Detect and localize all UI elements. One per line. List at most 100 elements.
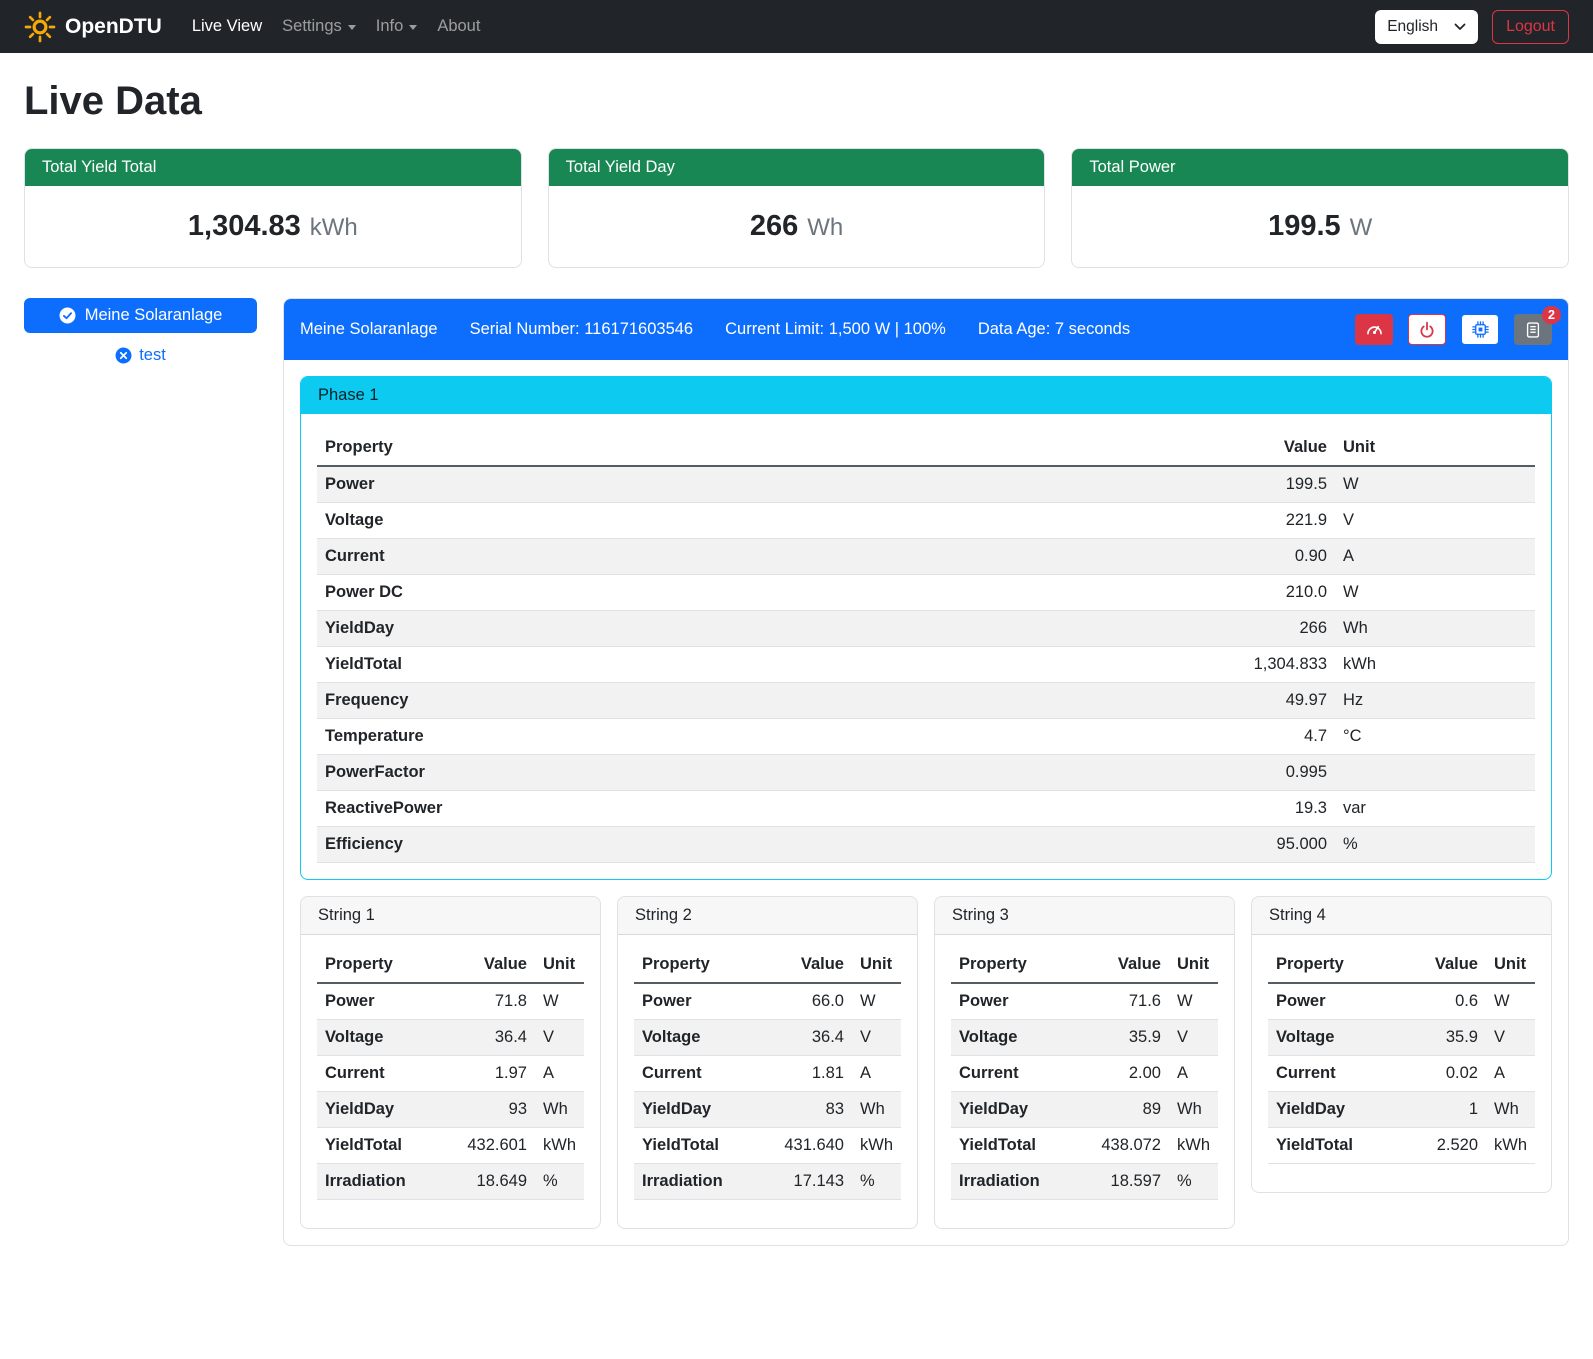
value-cell: 266	[1205, 611, 1335, 647]
value-cell: 2.00	[1083, 1056, 1169, 1092]
table-row: YieldTotal1,304.833kWh	[317, 647, 1535, 683]
property-cell: YieldTotal	[317, 647, 1205, 683]
property-cell: Irradiation	[951, 1164, 1083, 1200]
nav-live-view[interactable]: Live View	[182, 9, 272, 44]
unit-cell: V	[1486, 1020, 1535, 1056]
property-cell: Current	[951, 1056, 1083, 1092]
value-cell: 4.7	[1205, 719, 1335, 755]
limit-settings-button[interactable]	[1355, 314, 1393, 345]
value-cell: 432.601	[449, 1128, 535, 1164]
nav-settings[interactable]: Settings	[272, 9, 366, 44]
value-cell: 2.520	[1400, 1128, 1486, 1164]
value-cell: 36.4	[766, 1020, 852, 1056]
inverter-button-test[interactable]: test	[24, 343, 257, 368]
string-body: Property Value Unit Power71.8WVoltage36.…	[301, 935, 600, 1228]
chevron-down-icon	[1454, 23, 1466, 31]
property-cell: Voltage	[634, 1020, 766, 1056]
table-row: Voltage221.9V	[317, 503, 1535, 539]
unit-cell: kWh	[1169, 1128, 1218, 1164]
value-cell: 71.8	[449, 983, 535, 1020]
string-4-card: String 4 Property Value Unit	[1251, 896, 1552, 1193]
string-table: Property Value Unit Power71.6WVoltage35.…	[951, 947, 1218, 1200]
string-title: String 1	[301, 897, 600, 935]
table-row: Power66.0W	[634, 983, 901, 1020]
value-cell: 17.143	[766, 1164, 852, 1200]
unit-cell: A	[1335, 539, 1535, 575]
inverter-data-age: Data Age: 7 seconds	[978, 320, 1130, 339]
table-row: Irradiation17.143%	[634, 1164, 901, 1200]
value-cell: 66.0	[766, 983, 852, 1020]
table-row: Power199.5W	[317, 466, 1535, 503]
unit-cell: V	[1335, 503, 1535, 539]
nav-about[interactable]: About	[427, 9, 490, 44]
property-cell: YieldTotal	[951, 1128, 1083, 1164]
table-row: Current0.02A	[1268, 1056, 1535, 1092]
brand[interactable]: OpenDTU	[24, 11, 162, 43]
column-property: Property	[1268, 947, 1400, 983]
power-control-button[interactable]	[1408, 314, 1446, 345]
table-row: YieldDay1Wh	[1268, 1092, 1535, 1128]
navbar: OpenDTU Live View Settings Info About En…	[0, 0, 1593, 53]
navbar-right: English Logout	[1375, 10, 1569, 44]
unit-cell: A	[852, 1056, 901, 1092]
string-2-card: String 2 Property Value Unit	[617, 896, 918, 1229]
event-count-badge: 2	[1542, 306, 1561, 324]
phase-body: Property Value Unit Power199.5WVoltage22…	[301, 414, 1551, 879]
nav-info[interactable]: Info	[366, 9, 428, 44]
inverter-panel: Meine Solaranlage Serial Number: 1161716…	[283, 298, 1569, 1246]
inverter-button-meine-solaranlage[interactable]: Meine Solaranlage	[24, 298, 257, 333]
value-cell: 36.4	[449, 1020, 535, 1056]
table-header-row: Property Value Unit	[951, 947, 1218, 983]
value-cell: 35.9	[1083, 1020, 1169, 1056]
value-cell: 1.81	[766, 1056, 852, 1092]
table-row: Power71.6W	[951, 983, 1218, 1020]
property-cell: Voltage	[317, 1020, 449, 1056]
table-body: Power66.0WVoltage36.4VCurrent1.81AYieldD…	[634, 983, 901, 1200]
table-row: YieldTotal431.640kWh	[634, 1128, 901, 1164]
unit-cell: var	[1335, 791, 1535, 827]
unit-cell	[1335, 755, 1535, 791]
column-unit: Unit	[535, 947, 584, 983]
property-cell: Voltage	[1268, 1020, 1400, 1056]
event-log-button[interactable]: 2	[1514, 314, 1552, 345]
table-head: Property Value Unit	[951, 947, 1218, 983]
property-cell: YieldTotal	[317, 1128, 449, 1164]
property-cell: YieldDay	[317, 611, 1205, 647]
unit-cell: W	[1335, 466, 1535, 503]
value-cell: 0.02	[1400, 1056, 1486, 1092]
property-cell: Irradiation	[634, 1164, 766, 1200]
table-row: Efficiency95.000%	[317, 827, 1535, 863]
table-row: Irradiation18.649%	[317, 1164, 584, 1200]
property-cell: Current	[317, 1056, 449, 1092]
card-title: Total Yield Total	[25, 149, 521, 186]
table-body: Power71.6WVoltage35.9VCurrent2.00AYieldD…	[951, 983, 1218, 1200]
value-cell: 95.000	[1205, 827, 1335, 863]
table-row: Frequency49.97Hz	[317, 683, 1535, 719]
unit-cell: A	[1169, 1056, 1218, 1092]
table-head: Property Value Unit	[317, 430, 1535, 466]
value-cell: 1,304.833	[1205, 647, 1335, 683]
table-row: YieldTotal432.601kWh	[317, 1128, 584, 1164]
column-unit: Unit	[852, 947, 901, 983]
inverter-panel-body: Phase 1 Property Value Unit Power199.5WV…	[284, 360, 1568, 1245]
unit-cell: kWh	[535, 1128, 584, 1164]
column-unit: Unit	[1335, 430, 1535, 466]
property-cell: Power	[317, 983, 449, 1020]
property-cell: Current	[634, 1056, 766, 1092]
value-cell: 431.640	[766, 1128, 852, 1164]
inverter-button-label: test	[139, 346, 166, 365]
value-cell: 93	[449, 1092, 535, 1128]
value-cell: 199.5	[1205, 466, 1335, 503]
table-header-row: Property Value Unit	[317, 947, 584, 983]
language-select[interactable]: English	[1375, 10, 1478, 44]
unit-cell: %	[1169, 1164, 1218, 1200]
column-property: Property	[317, 430, 1205, 466]
property-cell: Efficiency	[317, 827, 1205, 863]
power-icon	[1418, 321, 1436, 339]
unit-cell: Wh	[1335, 611, 1535, 647]
brand-label: OpenDTU	[65, 15, 162, 39]
value-cell: 0.995	[1205, 755, 1335, 791]
logout-button[interactable]: Logout	[1492, 10, 1569, 44]
device-info-button[interactable]	[1461, 314, 1499, 345]
table-row: YieldDay93Wh	[317, 1092, 584, 1128]
